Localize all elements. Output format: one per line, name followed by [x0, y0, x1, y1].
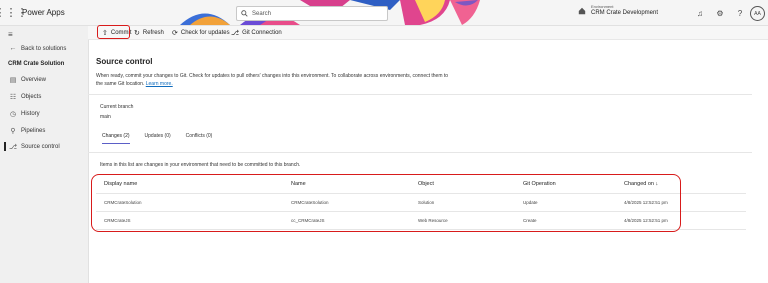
sync-icon: ⟳ — [172, 29, 178, 37]
sidebar-item-objects[interactable]: ☷ Objects — [8, 93, 41, 101]
hamburger-icon[interactable]: ≡ — [8, 30, 13, 39]
objects-icon: ☷ — [9, 94, 17, 101]
sidebar-item-label: Pipelines — [21, 128, 46, 134]
divider — [88, 94, 752, 95]
sidebar-item-pipelines[interactable]: ⚲ Pipelines — [8, 127, 45, 135]
git-connection-label: Git Connection — [242, 29, 282, 36]
search-icon — [241, 10, 248, 17]
tab-list: Changes (2) Updates (0) Conflicts (0) — [102, 133, 227, 144]
page-title: Source control — [96, 57, 153, 66]
tab-conflicts[interactable]: Conflicts (0) — [186, 133, 213, 144]
avatar[interactable]: AA — [750, 6, 765, 21]
refresh-button[interactable]: ↻ Refresh — [134, 26, 164, 39]
git-branch-icon: ⎇ — [231, 29, 240, 37]
history-icon: ◷ — [9, 111, 17, 118]
tab-changes[interactable]: Changes (2) — [102, 133, 130, 144]
check-for-updates-button[interactable]: ⟳ Check for updates — [172, 26, 230, 39]
sidebar-item-label: Objects — [21, 94, 42, 100]
environment-icon — [578, 7, 586, 14]
table-highlight — [91, 174, 681, 232]
sidebar-item-label: Source control — [21, 144, 60, 150]
header-actions: ♫ ⚙ ? AA — [690, 6, 765, 21]
back-to-solutions-link[interactable]: ← Back to solutions — [8, 45, 67, 52]
left-navigation: ≡ ← Back to solutions CRM Crate Solution… — [0, 26, 89, 283]
tab-updates[interactable]: Updates (0) — [145, 133, 171, 144]
sidebar-item-label: Overview — [21, 77, 47, 83]
search-input[interactable]: Search — [236, 6, 388, 21]
command-bar: ⇧ Commit ↻ Refresh ⟳ Check for updates ⎇… — [88, 26, 768, 40]
source-control-icon: ⎇ — [8, 144, 18, 151]
sidebar-item-history[interactable]: ◷ History — [8, 110, 40, 118]
overview-icon: ▤ — [9, 77, 17, 84]
back-label: Back to solutions — [21, 45, 67, 52]
environment-name: CRM Crate Development — [591, 10, 659, 16]
commit-highlight — [97, 25, 130, 39]
environment-picker[interactable]: Environment CRM Crate Development — [578, 5, 658, 16]
git-connection-button[interactable]: ⎇ Git Connection — [231, 26, 282, 39]
sidebar-item-label: History — [21, 111, 40, 117]
settings-icon[interactable]: ⚙ — [710, 9, 730, 18]
search-placeholder: Search — [252, 10, 272, 17]
active-indicator — [4, 142, 6, 151]
app-name: Power Apps — [22, 8, 65, 17]
learn-more-link[interactable]: Learn more. — [146, 81, 173, 87]
divider — [88, 152, 752, 153]
refresh-icon: ↻ — [134, 29, 140, 37]
description-line2: the same Git location. — [96, 81, 145, 87]
check-updates-label: Check for updates — [180, 29, 230, 36]
solution-name: CRM Crate Solution — [8, 61, 65, 67]
page-description: When ready, commit your changes to Git. … — [96, 72, 506, 88]
current-branch-label: Current branch — [100, 104, 134, 110]
help-icon[interactable]: ? — [730, 9, 750, 18]
main-content: Source control When ready, commit your c… — [88, 40, 768, 283]
back-arrow-icon: ← — [9, 45, 17, 52]
sidebar-item-source-control[interactable]: ⎇ Source control — [8, 143, 60, 151]
sidebar-item-overview[interactable]: ▤ Overview — [8, 76, 46, 84]
app-launcher-icon[interactable]: ⋮⋮⋮ — [0, 0, 28, 25]
current-branch-value: main — [100, 114, 111, 120]
description-line1: When ready, commit your changes to Git. … — [96, 73, 449, 79]
pipelines-icon: ⚲ — [10, 128, 16, 135]
notifications-icon[interactable]: ♫ — [690, 9, 710, 18]
list-info-text: Items in this list are changes in your e… — [100, 162, 301, 168]
environment-label: Environment — [591, 4, 614, 9]
refresh-label: Refresh — [142, 29, 164, 36]
